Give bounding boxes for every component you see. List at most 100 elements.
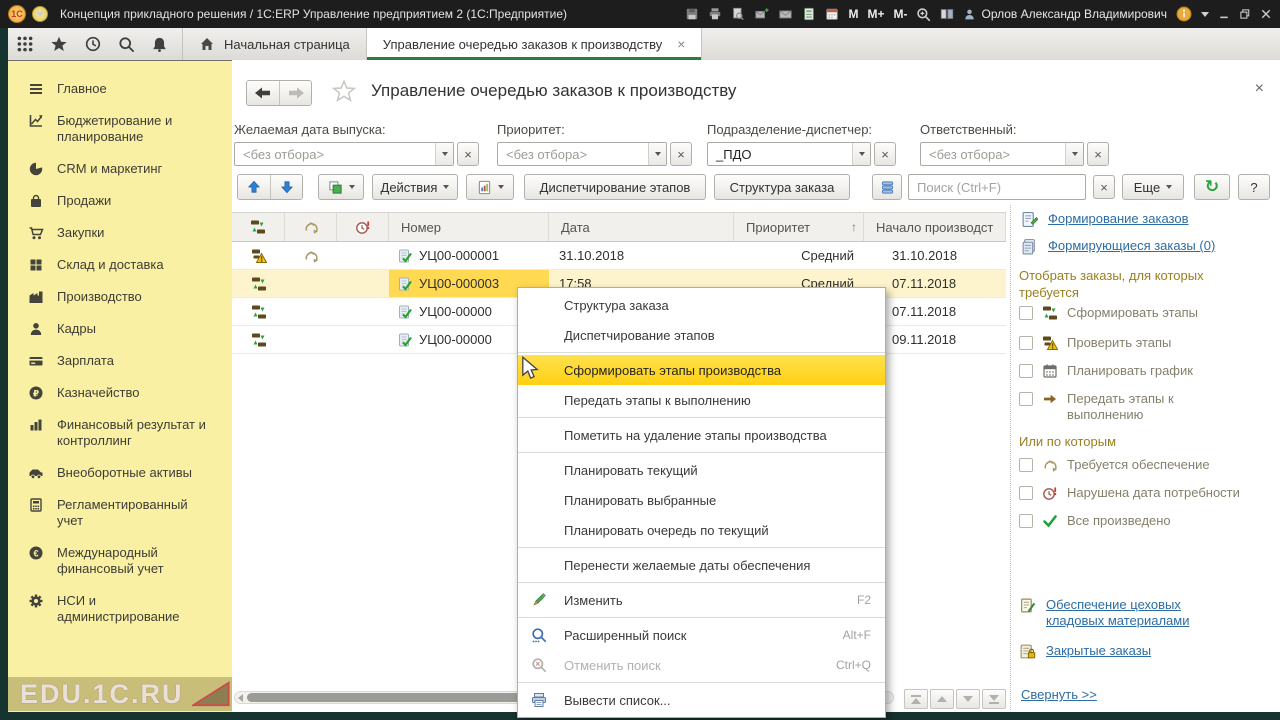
checkbox[interactable] xyxy=(1019,336,1033,350)
calendar-icon[interactable] xyxy=(825,7,839,21)
checkbox-transfer-stages[interactable]: Передать этапы к выполнению xyxy=(1019,391,1249,423)
form-orders-link[interactable]: Формирование заказов xyxy=(1021,211,1188,228)
sidebar-item-production[interactable]: Производство xyxy=(8,281,232,313)
tab-close-icon[interactable]: × xyxy=(677,36,685,52)
mailbox-icon[interactable] xyxy=(778,7,793,21)
close-button[interactable] xyxy=(1260,8,1272,20)
sidebar-item-ifrs[interactable]: € Международный финансовый учет xyxy=(8,537,232,585)
dropdown-button[interactable] xyxy=(852,143,870,165)
menu-item-advanced-search[interactable]: Расширенный поиск Alt+F xyxy=(518,620,885,650)
scroll-left-icon[interactable] xyxy=(238,694,243,702)
actions-button[interactable]: Действия xyxy=(372,174,458,200)
priority-filter[interactable]: <без отбора> xyxy=(497,142,667,166)
sidebar-item-admin[interactable]: НСИ и администрирование xyxy=(8,585,232,633)
zoom-icon[interactable] xyxy=(916,7,931,22)
checkbox-plan-schedule[interactable]: Планировать график xyxy=(1019,363,1193,379)
print-icon[interactable] xyxy=(708,7,722,21)
more-button[interactable]: Еще xyxy=(1122,174,1184,200)
forming-orders-link[interactable]: Формирующиеся заказы (0) xyxy=(1021,238,1215,255)
column-number[interactable]: Номер xyxy=(389,213,549,241)
split-window-icon[interactable] xyxy=(940,7,954,21)
last-page-button[interactable] xyxy=(982,689,1006,709)
column-stages[interactable] xyxy=(232,213,285,241)
column-supply[interactable] xyxy=(285,213,337,241)
column-date[interactable]: Дата xyxy=(549,213,734,241)
order-structure-button[interactable]: Структура заказа xyxy=(714,174,850,200)
tab-order-queue[interactable]: Управление очередью заказов к производст… xyxy=(366,28,703,60)
sidebar-item-warehouse[interactable]: Склад и доставка xyxy=(8,249,232,281)
sidebar-item-purchases[interactable]: Закупки xyxy=(8,217,232,249)
checkbox[interactable] xyxy=(1019,458,1033,472)
memory-m-button[interactable]: M xyxy=(848,7,858,21)
checkbox[interactable] xyxy=(1019,514,1033,528)
checkbox-supply-needed[interactable]: Требуется обеспечение xyxy=(1019,457,1210,473)
menu-item-move-supply-dates[interactable]: Перенести желаемые даты обеспечения xyxy=(518,550,885,580)
move-up-button[interactable] xyxy=(238,175,270,199)
dropdown-button[interactable] xyxy=(1065,143,1083,165)
menu-item-mark-delete-stages[interactable]: Пометить на удаление этапы производства xyxy=(518,420,885,450)
dispatch-stages-button[interactable]: Диспетчирование этапов xyxy=(524,174,706,200)
copy-split-button[interactable] xyxy=(318,174,364,200)
clear-filter-button[interactable]: × xyxy=(670,142,692,166)
checkbox-date-violated[interactable]: Нарушена дата потребности xyxy=(1019,485,1240,501)
memory-m-plus-button[interactable]: M+ xyxy=(867,7,884,21)
1c-logo-icon[interactable]: 1С xyxy=(8,5,26,23)
checkbox[interactable] xyxy=(1019,486,1033,500)
list-view-button[interactable] xyxy=(872,174,902,200)
closed-orders-link[interactable]: Закрытые заказы xyxy=(1019,643,1151,660)
checkbox-check-stages[interactable]: Проверить этапы xyxy=(1019,335,1171,351)
menu-item-plan-current[interactable]: Планировать текущий xyxy=(518,455,885,485)
apps-menu-icon[interactable] xyxy=(16,35,34,53)
print-preview-icon[interactable] xyxy=(731,7,745,21)
refresh-button[interactable]: ↻ xyxy=(1194,174,1230,200)
help-button[interactable]: ? xyxy=(1238,174,1270,200)
clear-filter-button[interactable]: × xyxy=(1087,142,1109,166)
tab-home[interactable]: Начальная страница xyxy=(182,28,366,60)
sidebar-item-treasury[interactable]: ₽ Казначейство xyxy=(8,377,232,409)
column-date-violation[interactable] xyxy=(337,213,389,241)
info-icon[interactable] xyxy=(1176,6,1192,22)
back-button[interactable] xyxy=(247,81,279,105)
dropdown-button[interactable] xyxy=(648,143,666,165)
system-menu-button[interactable] xyxy=(32,6,48,22)
dropdown-button[interactable] xyxy=(435,143,453,165)
search-input[interactable] xyxy=(909,175,1085,199)
minimize-button[interactable] xyxy=(1218,8,1230,20)
checkbox[interactable] xyxy=(1019,392,1033,406)
collapse-panel-link[interactable]: Свернуть >> xyxy=(1021,687,1097,702)
desired-date-filter[interactable]: <без отбора> xyxy=(234,142,454,166)
menu-item-dispatch-stages[interactable]: Диспетчирование этапов xyxy=(518,320,885,350)
table-row[interactable]: УЦ00-000001 31.10.2018 Средний 31.10.201… xyxy=(232,242,1006,270)
forward-button[interactable] xyxy=(279,81,311,105)
responsible-filter[interactable]: <без отбора> xyxy=(920,142,1084,166)
restore-button[interactable] xyxy=(1239,8,1251,20)
clear-search-button[interactable]: × xyxy=(1093,175,1115,199)
form-close-icon[interactable]: × xyxy=(1255,80,1264,98)
prev-page-button[interactable] xyxy=(930,689,954,709)
dispatcher-filter[interactable]: _ПДО xyxy=(707,142,871,166)
add-favorite-star-icon[interactable] xyxy=(332,79,356,103)
checkbox-form-stages[interactable]: Сформировать этапы xyxy=(1019,305,1198,321)
sidebar-item-main[interactable]: Главное xyxy=(8,73,232,105)
sidebar-item-regulated[interactable]: Регламентированный учет xyxy=(8,489,232,537)
sidebar-item-sales[interactable]: Продажи xyxy=(8,185,232,217)
menu-item-edit[interactable]: Изменить F2 xyxy=(518,585,885,615)
menu-item-form-stages[interactable]: Сформировать этапы производства xyxy=(518,355,885,385)
move-down-button[interactable] xyxy=(270,175,302,199)
clear-filter-button[interactable]: × xyxy=(457,142,479,166)
clear-filter-button[interactable]: × xyxy=(874,142,896,166)
menu-item-plan-queue[interactable]: Планировать очередь по текущий xyxy=(518,515,885,545)
current-user[interactable]: Орлов Александр Владимирович xyxy=(963,7,1167,21)
calculator-icon[interactable] xyxy=(802,7,816,21)
reports-split-button[interactable] xyxy=(466,174,514,200)
menu-item-transfer-stages[interactable]: Передать этапы к выполнению xyxy=(518,385,885,415)
history-icon[interactable] xyxy=(84,35,102,53)
next-page-button[interactable] xyxy=(956,689,980,709)
search-icon[interactable] xyxy=(118,36,135,53)
sidebar-item-budgeting[interactable]: Бюджетирование и планирование xyxy=(8,105,232,153)
send-message-icon[interactable] xyxy=(754,7,769,21)
checkbox[interactable] xyxy=(1019,306,1033,320)
checkbox-all-produced[interactable]: Все произведено xyxy=(1019,513,1171,529)
sidebar-item-hr[interactable]: Кадры xyxy=(8,313,232,345)
sidebar-item-salary[interactable]: Зарплата xyxy=(8,345,232,377)
